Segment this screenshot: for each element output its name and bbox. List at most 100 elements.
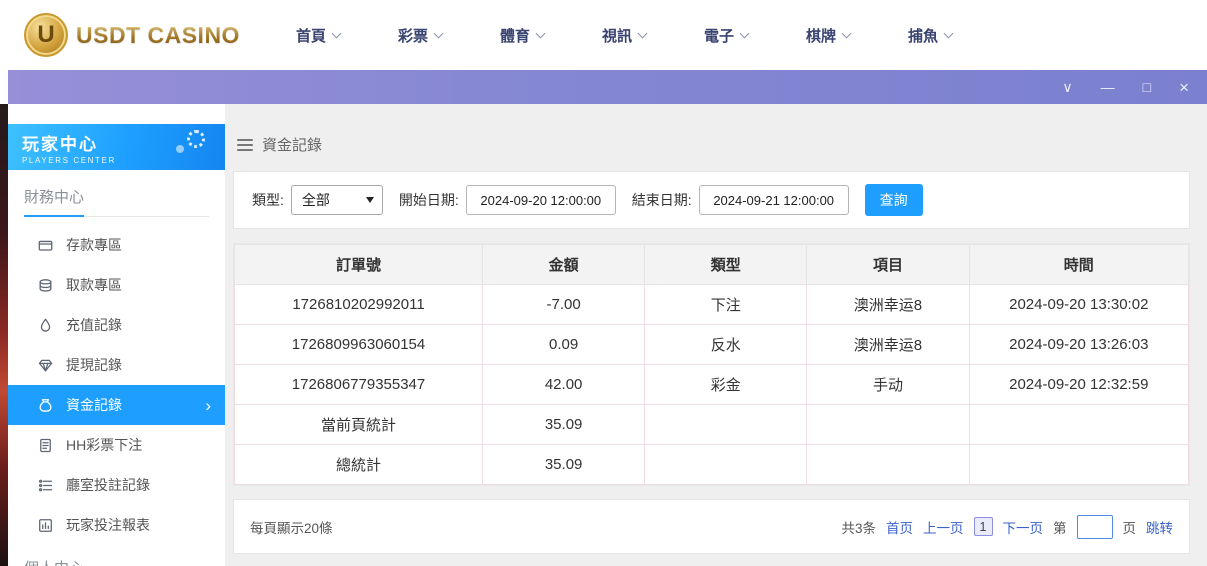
next-page-link[interactable]: 下一页 (1003, 517, 1044, 537)
menu-label: 存款專區 (66, 235, 122, 255)
page-jump-input[interactable] (1077, 515, 1113, 539)
current-page-badge[interactable]: 1 (974, 517, 993, 536)
cell-item: 手动 (807, 365, 969, 405)
chevron-down-icon (740, 28, 750, 38)
sidebar-item-deposit-area[interactable]: 存款專區 (8, 225, 225, 265)
cell-order-no: 1726809963060154 (235, 325, 483, 365)
nav-item-home[interactable]: 首頁 (296, 25, 340, 46)
cell-amount: -7.00 (483, 285, 645, 325)
menu-label: 廳室投註記錄 (66, 475, 150, 495)
menu-label: 玩家投注報表 (66, 515, 150, 535)
start-date-input[interactable] (466, 185, 616, 215)
cell-order-no: 1726810202992011 (235, 285, 483, 325)
sidebar-item-hall-bet-records[interactable]: 廳室投註記錄 (8, 465, 225, 505)
filter-bar: 類型: 全部 開始日期: 結束日期: 查詢 (233, 171, 1190, 229)
chevron-right-icon: › (205, 397, 211, 414)
menu-toggle-icon[interactable] (237, 136, 253, 154)
menu-label: 資金記錄 (66, 395, 122, 415)
cell-item: 澳洲幸运8 (807, 325, 969, 365)
nav-item-live-video[interactable]: 視訊 (602, 25, 646, 46)
deposit-card-icon (38, 238, 53, 253)
chevron-down-icon (332, 28, 342, 38)
jump-prefix-text: 第 (1053, 517, 1067, 537)
brand-logo[interactable]: U USDT CASINO (24, 13, 240, 57)
money-bag-icon (38, 398, 53, 413)
window-minimize-icon[interactable]: — (1101, 80, 1115, 94)
pagination: 共3条 首页 上一页 1 下一页 第 页 跳转 (841, 515, 1173, 539)
sidebar-item-recharge-records[interactable]: 充值記錄 (8, 305, 225, 345)
jump-suffix-text: 页 (1123, 517, 1137, 537)
type-select[interactable]: 全部 (291, 185, 383, 215)
first-page-link[interactable]: 首页 (886, 517, 913, 537)
sidebar-section-personal[interactable]: 個人中心 (24, 557, 209, 566)
cell-amount: 35.09 (483, 445, 645, 485)
jump-button[interactable]: 跳转 (1146, 517, 1173, 537)
nav-item-sports[interactable]: 體育 (500, 25, 544, 46)
nav-item-lottery[interactable]: 彩票 (398, 25, 442, 46)
col-header-item: 項目 (807, 245, 969, 285)
cell-amount: 42.00 (483, 365, 645, 405)
nav-item-fishing[interactable]: 捕魚 (908, 25, 952, 46)
funds-table: 訂單號 金額 類型 項目 時間 1726810202992011 -7.00 下… (234, 244, 1189, 485)
cell-empty (969, 445, 1188, 485)
droplet-icon (38, 318, 53, 333)
nav-label: 彩票 (398, 25, 428, 46)
window-collapse-icon[interactable]: ∨ (1062, 80, 1072, 94)
main-navigation: 首頁 彩票 體育 視訊 電子 棋牌 捕魚 (296, 25, 952, 46)
cell-type: 彩金 (645, 365, 807, 405)
cell-empty (645, 405, 807, 445)
nav-item-chess[interactable]: 棋牌 (806, 25, 850, 46)
cell-amount: 35.09 (483, 405, 645, 445)
menu-label: 提現記錄 (66, 355, 122, 375)
search-button[interactable]: 查詢 (865, 184, 923, 216)
chevron-down-icon (638, 28, 648, 38)
top-navigation-bar: U USDT CASINO 首頁 彩票 體育 視訊 電子 棋牌 捕魚 (0, 0, 1207, 70)
brand-logo-icon: U (24, 13, 68, 57)
ticket-icon (38, 438, 53, 453)
brand-name: USDT CASINO (76, 22, 240, 49)
sidebar-item-player-bet-report[interactable]: 玩家投注報表 (8, 505, 225, 545)
window-maximize-icon[interactable]: □ (1143, 80, 1151, 94)
type-label: 類型: (252, 190, 284, 210)
table-row: 1726809963060154 0.09 反水 澳洲幸运8 2024-09-2… (235, 325, 1189, 365)
nav-label: 首頁 (296, 25, 326, 46)
section-label: 個人中心 (24, 557, 84, 566)
start-date-label: 開始日期: (399, 190, 459, 210)
cell-label: 當前頁統計 (235, 405, 483, 445)
window-close-icon[interactable]: × (1179, 79, 1189, 96)
nav-label: 棋牌 (806, 25, 836, 46)
page-size-text: 每頁顯示20條 (250, 517, 333, 537)
coins-icon (38, 278, 53, 293)
sidebar-menu: 存款專區 取款專區 充值記錄 提現記錄 資金記錄 › HH彩票下注 (8, 225, 225, 545)
table-footer: 每頁顯示20條 共3条 首页 上一页 1 下一页 第 页 跳转 (233, 499, 1190, 554)
cell-amount: 0.09 (483, 325, 645, 365)
col-header-amount: 金額 (483, 245, 645, 285)
sidebar-item-withdrawal-records[interactable]: 提現記錄 (8, 345, 225, 385)
table-row: 1726810202992011 -7.00 下注 澳洲幸运8 2024-09-… (235, 285, 1189, 325)
cell-order-no: 1726806779355347 (235, 365, 483, 405)
report-chart-icon (38, 518, 53, 533)
nav-label: 捕魚 (908, 25, 938, 46)
breadcrumb: 資金記錄 (237, 134, 1190, 155)
page-background-image (0, 104, 8, 566)
sidebar-item-withdraw-area[interactable]: 取款專區 (8, 265, 225, 305)
cell-type: 反水 (645, 325, 807, 365)
sidebar: 玩家中心 PLAYERS CENTER 財務中心 存款專區 取款專區 充值記錄 … (8, 104, 225, 566)
prev-page-link[interactable]: 上一页 (923, 517, 964, 537)
cell-empty (645, 445, 807, 485)
list-icon (38, 478, 53, 493)
players-center-header: 玩家中心 PLAYERS CENTER (8, 124, 225, 170)
cell-type: 下注 (645, 285, 807, 325)
nav-item-slots[interactable]: 電子 (704, 25, 748, 46)
chevron-down-icon (434, 28, 444, 38)
sidebar-item-funds-records[interactable]: 資金記錄 › (8, 385, 225, 425)
sidebar-item-hh-lottery-bets[interactable]: HH彩票下注 (8, 425, 225, 465)
main-content: 資金記錄 類型: 全部 開始日期: 結束日期: 查詢 訂單號 (225, 104, 1207, 566)
sidebar-section-finance[interactable]: 財務中心 (24, 186, 209, 217)
logo-letter: U (37, 21, 54, 49)
menu-label: HH彩票下注 (66, 435, 142, 455)
type-select-wrap: 全部 (291, 185, 383, 215)
funds-table-card: 訂單號 金額 類型 項目 時間 1726810202992011 -7.00 下… (233, 243, 1190, 486)
end-date-input[interactable] (699, 185, 849, 215)
cell-item: 澳洲幸运8 (807, 285, 969, 325)
